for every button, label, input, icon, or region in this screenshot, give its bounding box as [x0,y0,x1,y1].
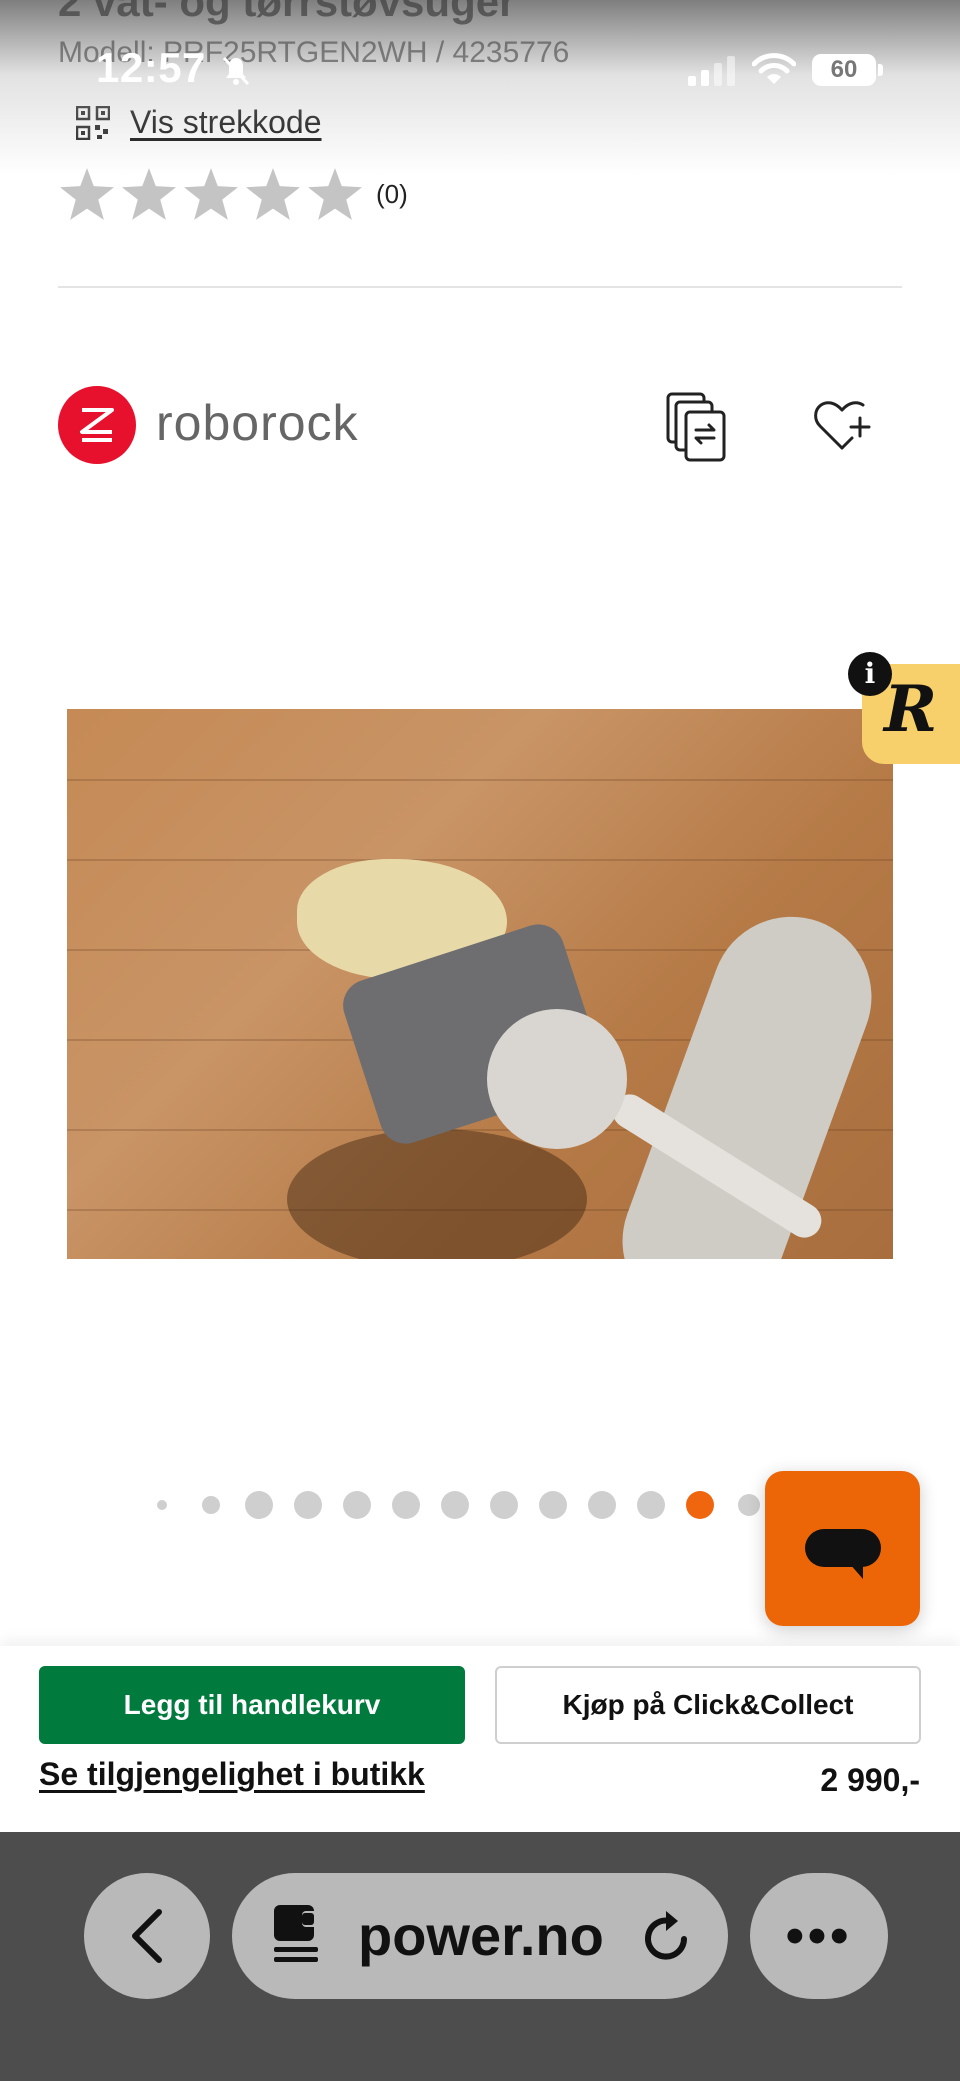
battery-tip [878,64,883,76]
url-text: power.no [358,1904,604,1967]
product-image[interactable] [67,709,893,1259]
info-icon[interactable]: i [848,652,892,696]
address-bar[interactable]: power.no [232,1873,728,1999]
chat-button[interactable] [765,1471,920,1626]
wifi-icon [752,53,796,84]
more-options-button[interactable]: ••• [750,1873,888,1999]
carousel-dot[interactable] [738,1494,760,1516]
product-title: 2 våt- og tørrstøvsuger [58,0,516,25]
bell-slash-icon [222,56,250,86]
divider [58,286,902,288]
click-collect-button[interactable]: Kjøp på Click&Collect [495,1666,921,1744]
carousel-dot-active[interactable] [686,1491,714,1519]
wishlist-add-icon[interactable] [812,396,872,456]
show-barcode-link[interactable]: Vis strekkode [76,104,322,141]
carousel-dot[interactable] [157,1500,167,1510]
chat-bubble-icon [805,1529,881,1567]
carousel-dot[interactable] [588,1491,616,1519]
star-icon [60,168,114,220]
carousel-dot[interactable] [392,1491,420,1519]
carousel-dot[interactable] [637,1491,665,1519]
compare-icon[interactable] [664,392,728,462]
back-button[interactable] [84,1873,210,1999]
chevron-left-icon [132,1909,162,1963]
brand-logo[interactable] [58,386,136,464]
star-icon [246,168,300,220]
status-time: 12:57 [96,44,206,91]
store-availability-link[interactable]: Se tilgjengelighet i butikk [39,1756,425,1793]
carousel-dot[interactable] [202,1496,220,1514]
star-icon [122,168,176,220]
roborock-logo-icon [80,408,114,442]
carousel-dot[interactable] [441,1491,469,1519]
barcode-label: Vis strekkode [130,104,322,140]
carousel-dot[interactable] [245,1491,273,1519]
qr-code-icon [76,105,110,140]
battery-indicator: 60 [812,54,876,86]
carousel-dot[interactable] [490,1491,518,1519]
page-settings-icon [274,1905,318,1962]
reload-icon[interactable] [640,1909,694,1965]
price: 2 990,- [820,1762,920,1798]
add-to-cart-button[interactable]: Legg til handlekurv [39,1666,465,1744]
carousel-dot[interactable] [343,1491,371,1519]
brand-name: roborock [156,395,359,451]
signal-icon [688,56,735,86]
star-icon [184,168,238,220]
star-icon [308,168,362,220]
carousel-dot[interactable] [294,1491,322,1519]
carousel-dot[interactable] [539,1491,567,1519]
rating-stars[interactable]: (0) [60,168,408,220]
rating-count: (0) [376,178,408,209]
